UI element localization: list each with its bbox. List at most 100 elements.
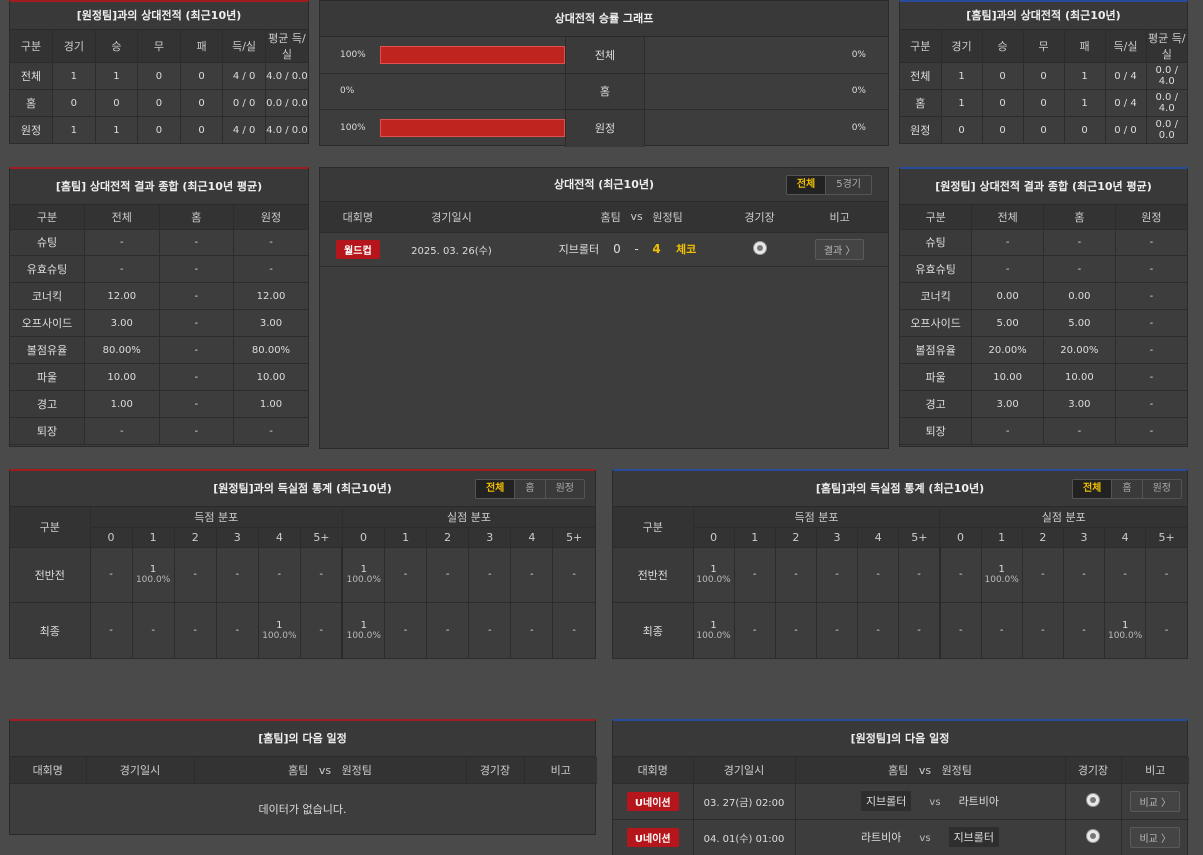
tab-home[interactable]: 홈	[1112, 480, 1143, 498]
home-team[interactable]: 지브롤터	[559, 243, 599, 256]
away-team[interactable]: 라트비아	[959, 795, 999, 808]
table-cell: 0.0 / 4.0	[1146, 62, 1187, 90]
cell-percent: 100.0%	[1107, 631, 1143, 642]
row-label: 전반전	[613, 547, 694, 604]
competition-badge[interactable]: U네이션	[626, 791, 679, 811]
table-cell: 1	[95, 62, 139, 90]
col-header: 무	[137, 30, 181, 63]
col-home: 홈팀	[888, 763, 909, 777]
row-label: 오프사이드	[10, 309, 85, 338]
tab-home[interactable]: 홈	[515, 480, 546, 498]
table-cell: 3.00	[84, 309, 160, 338]
home-team[interactable]: 라트비아	[861, 831, 901, 844]
empty-message: 데이터가 없습니다.	[258, 802, 347, 816]
table-cell: -	[300, 602, 343, 659]
bucket-header: 2	[426, 527, 470, 548]
win-rate-bar	[379, 45, 565, 64]
table-cell: -	[159, 417, 234, 445]
table-cell: -	[84, 255, 160, 284]
cell-count: -	[794, 569, 798, 581]
competition-badge[interactable]: 월드컵	[336, 239, 380, 259]
col-vs: vs	[620, 202, 653, 233]
table-cell: -	[816, 547, 859, 604]
table-cell: -	[159, 336, 234, 365]
cell-count: -	[835, 569, 839, 581]
col-header: 원정	[1115, 205, 1187, 230]
away-team[interactable]: 체코	[676, 243, 696, 256]
bucket-header: 1	[981, 527, 1023, 548]
bucket-header: 5+	[898, 527, 941, 548]
col-header: 경기	[941, 30, 983, 63]
table-cell: -	[1115, 309, 1187, 338]
table-cell: -	[174, 547, 217, 604]
tab-away[interactable]: 원정	[545, 480, 584, 498]
table-cell: -	[216, 602, 259, 659]
table-cell: -	[132, 602, 175, 659]
table-row: 볼점유율 80.00% -80.00%	[10, 336, 308, 365]
table-cell: 0 / 0	[222, 89, 266, 117]
table-cell: -	[1022, 602, 1064, 659]
compare-button[interactable]: 비교 〉	[1130, 790, 1181, 812]
table-cell: -	[1043, 255, 1116, 284]
cell-count: -	[403, 569, 408, 581]
compare-button[interactable]: 비교 〉	[1130, 826, 1181, 848]
table-row: 원정 0 0 0 0 0 / 0 0.0 / 0.0	[900, 116, 1187, 144]
cell-count: -	[794, 625, 798, 637]
bucket-header: 5+	[300, 527, 343, 548]
away-team[interactable]: 지브롤터	[948, 827, 1000, 847]
table-cell: -	[938, 602, 982, 659]
table-row: 최종 1 100.0% - - - - - - - - -1 100.0% -	[613, 602, 1187, 659]
tab-all[interactable]: 전체	[475, 480, 516, 498]
home-team[interactable]: 지브롤터	[860, 791, 912, 811]
col-header: 구분	[10, 30, 54, 63]
table-cell: -	[1145, 547, 1187, 604]
tab-5games[interactable]: 5경기	[826, 176, 871, 194]
tab-all[interactable]: 전체	[1072, 480, 1113, 498]
row-label: 파울	[900, 363, 973, 392]
stadium-icon	[752, 240, 767, 255]
table-cell: 1 100.0%	[981, 547, 1023, 604]
bucket-header: 3	[1063, 527, 1106, 548]
result-button[interactable]: 결과 〉	[814, 238, 865, 260]
tab-all[interactable]: 전체	[786, 176, 827, 194]
table-row: 퇴장 - - -	[900, 417, 1187, 445]
table-cell: 20.00%	[1043, 336, 1116, 365]
home-next-table: 대회명 경기일시 홈팀 vs 원정팀 경기장 비고	[10, 757, 597, 784]
cell-count: -	[752, 569, 757, 581]
table-cell: -	[233, 229, 308, 257]
col-match: 홈팀 vs 원정팀	[194, 757, 467, 784]
table-row: 코너킥 0.00 0.00-	[900, 282, 1187, 311]
table-cell: 0	[52, 89, 96, 117]
cell-count: -	[958, 569, 963, 581]
table-cell: -	[775, 602, 817, 659]
match-date: 2025. 03. 26(수)	[395, 232, 508, 267]
bucket-header: 0	[90, 527, 133, 548]
col-header: 평균 득/실	[265, 30, 308, 63]
cell-count: -	[876, 625, 880, 637]
row-label: 원정	[900, 116, 942, 144]
table-cell: 0	[982, 116, 1024, 144]
table-cell: 0 / 0	[1105, 116, 1147, 144]
table-cell: -	[426, 602, 470, 659]
goals-filter-toggle: 전체 홈 원정	[1071, 479, 1182, 499]
bucket-header: 3	[468, 527, 512, 548]
vs-label: vs	[929, 797, 941, 808]
tab-away[interactable]: 원정	[1142, 480, 1181, 498]
table-cell: 1 100.0%	[341, 602, 386, 659]
cell-count: -	[1164, 625, 1169, 637]
table-cell: 0.00	[971, 282, 1044, 311]
table-cell: 0	[180, 89, 224, 117]
table-cell: -	[216, 547, 259, 604]
row-label: 경고	[10, 390, 85, 419]
table-cell: 1	[941, 62, 983, 90]
table-cell: -	[300, 547, 343, 604]
table-cell: 1 100.0%	[693, 602, 735, 659]
goals-filter-toggle: 전체 홈 원정	[474, 479, 585, 499]
table-row: 오프사이드 5.00 5.00-	[900, 309, 1187, 338]
col-header: 전체	[971, 205, 1044, 230]
away-win-rate: 0%	[851, 123, 866, 134]
table-cell: 1	[52, 116, 96, 144]
competition-badge[interactable]: U네이션	[626, 827, 679, 847]
table-cell: 0.0 / 0.0	[265, 89, 308, 117]
graph-row-label: 홈	[564, 73, 646, 109]
